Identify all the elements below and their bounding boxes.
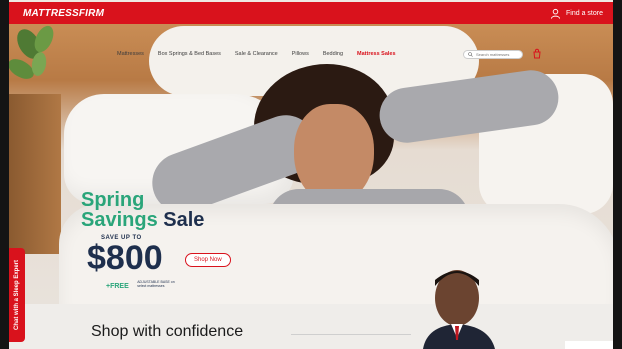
overlay-box bbox=[565, 341, 613, 349]
associate-photo bbox=[423, 270, 495, 349]
nav-item-sale-clearance[interactable]: Sale & Clearance bbox=[235, 51, 278, 57]
browser-viewport: MATTRESSFIRM Find a store Mattresses Box… bbox=[9, 0, 613, 349]
top-header-bar: MATTRESSFIRM Find a store bbox=[9, 2, 613, 24]
nav-item-mattress-sales[interactable]: Mattress Sales bbox=[357, 51, 396, 57]
person-icon bbox=[550, 8, 561, 19]
nav-item-box-springs[interactable]: Box Springs & Bed Bases bbox=[158, 51, 221, 57]
nav-item-pillows[interactable]: Pillows bbox=[292, 51, 309, 57]
chat-label: Chat with a Sleep Expert bbox=[14, 259, 20, 331]
find-store-link[interactable]: Find a store bbox=[550, 8, 603, 19]
search-icon bbox=[468, 52, 473, 57]
mattress-firm-logo[interactable]: MATTRESSFIRM bbox=[23, 8, 104, 19]
cart-icon[interactable] bbox=[532, 48, 542, 60]
promo-line-savings: Savings bbox=[81, 209, 158, 231]
nav-item-bedding[interactable]: Bedding bbox=[323, 51, 343, 57]
section-title: Shop with confidence bbox=[91, 323, 244, 340]
plant-image bbox=[9, 25, 54, 79]
chat-sleep-expert-tab[interactable]: Chat with a Sleep Expert bbox=[9, 248, 25, 342]
promo-line-sale: Sale bbox=[163, 209, 205, 231]
promo-title: Spring Savings Sale bbox=[81, 190, 204, 230]
find-store-label: Find a store bbox=[566, 9, 603, 17]
divider bbox=[291, 334, 411, 335]
main-nav: Mattresses Box Springs & Bed Bases Sale … bbox=[117, 51, 396, 57]
search-placeholder: Search mattresses bbox=[476, 52, 510, 57]
nav-item-mattresses[interactable]: Mattresses bbox=[117, 51, 144, 57]
shop-now-button[interactable]: Shop Now bbox=[185, 253, 231, 267]
confidence-section: Shop with confidence bbox=[9, 304, 613, 349]
free-label: +FREE bbox=[106, 283, 129, 290]
promo-line-spring: Spring bbox=[81, 189, 145, 211]
search-input[interactable]: Search mattresses bbox=[463, 50, 523, 59]
free-sublabel: ADJUSTABLE BASE on select mattresses bbox=[137, 279, 175, 288]
promo-block: Spring Savings Sale SAVE UP TO $800 +FRE… bbox=[81, 190, 204, 293]
nightstand bbox=[9, 94, 61, 254]
